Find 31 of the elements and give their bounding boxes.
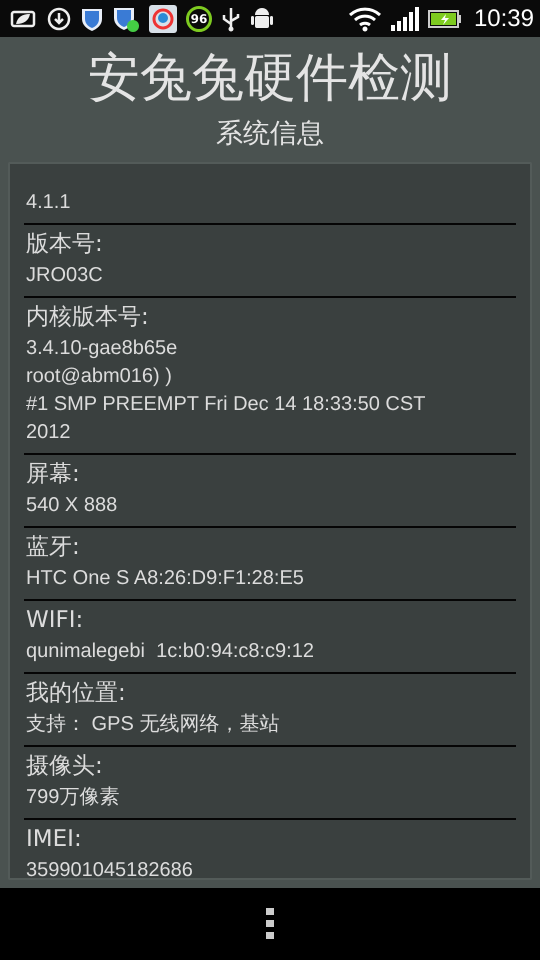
info-value: 2012	[25, 420, 72, 445]
download-icon	[46, 6, 72, 32]
info-label: 内核版本号:	[25, 303, 150, 332]
info-value: root@abm016) )	[25, 364, 173, 389]
info-value: 支持： GPS 无线网络，基站	[25, 712, 280, 737]
signal-icon	[390, 6, 420, 32]
section-title: 系统信息	[216, 117, 324, 151]
info-label: IMEI:	[25, 825, 83, 854]
app-icon	[148, 4, 178, 34]
info-value: HTC One S A8:26:D9:F1:28:E5	[25, 566, 305, 591]
info-label: 我的位置:	[25, 679, 127, 708]
progress-badge: 96	[186, 6, 212, 32]
info-label: WIFI:	[25, 606, 84, 635]
info-label: 版本号:	[25, 230, 104, 259]
info-label: 摄像头:	[25, 752, 104, 781]
info-value: 359901045182686	[25, 858, 194, 883]
info-value: JRO03C	[25, 263, 104, 288]
info-value: 799万像素	[25, 785, 120, 810]
info-value: 540 X 888	[25, 493, 118, 518]
clock-time: 10:39	[474, 4, 534, 32]
info-value: 3.4.10-gae8b65e	[25, 336, 178, 361]
info-value: #1 SMP PREEMPT Fri Dec 14 18:33:50 CST	[25, 392, 426, 417]
info-value: 4.1.1	[25, 190, 72, 215]
overflow-menu-icon[interactable]	[266, 908, 274, 940]
usb-icon	[220, 6, 242, 32]
battery-charging-icon	[428, 8, 462, 30]
info-label: 屏幕:	[25, 460, 81, 489]
app-title: 安兔兔硬件检测	[88, 47, 452, 110]
wifi-icon	[348, 6, 382, 32]
info-label: 蓝牙:	[25, 533, 81, 562]
info-value: qunimalegebi 1c:b0:94:c8:c9:12	[25, 639, 315, 664]
